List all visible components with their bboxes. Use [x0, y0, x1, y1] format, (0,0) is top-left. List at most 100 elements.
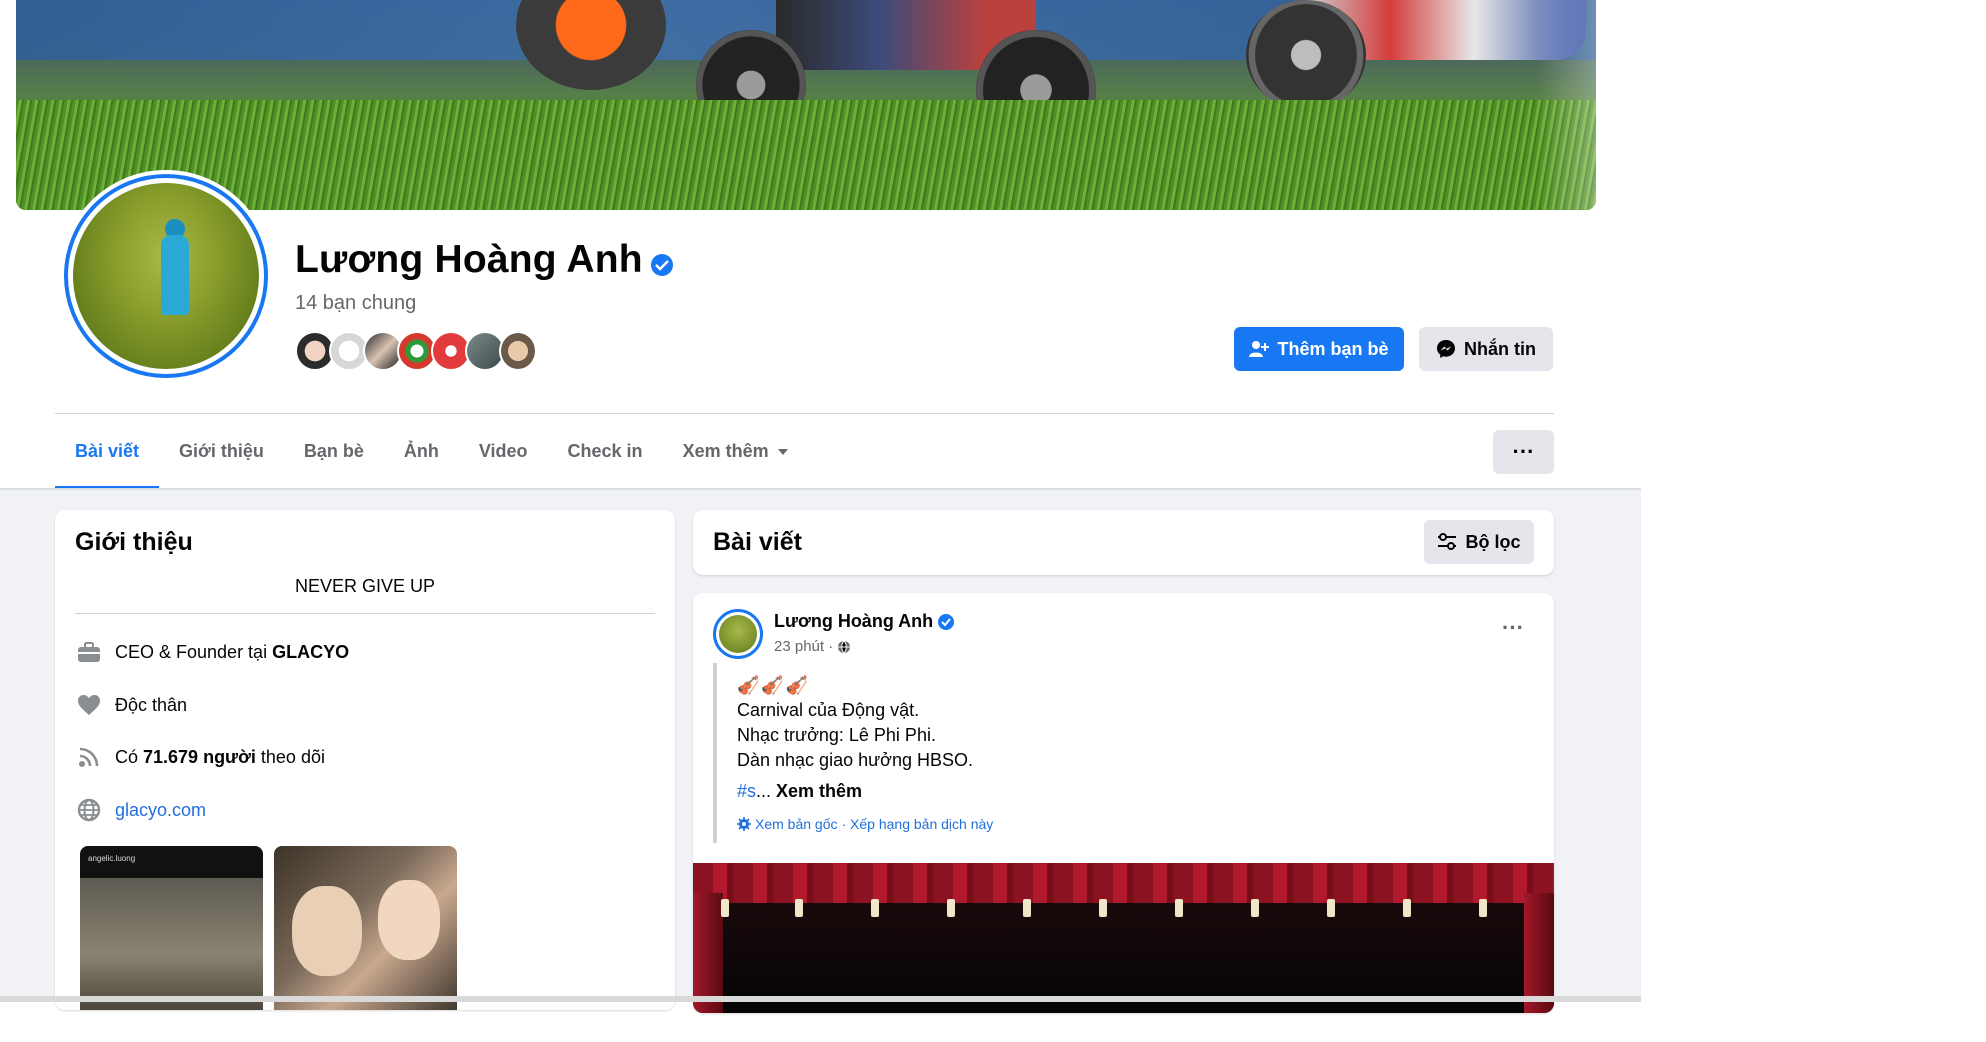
post-photo[interactable] — [693, 863, 1554, 1013]
mutual-friends-avatars — [295, 331, 537, 371]
avatar-person — [161, 235, 189, 315]
viewport: Lương Hoàng Anh 14 bạn chung Thêm bạn bè… — [0, 0, 1641, 1042]
tab-videos[interactable]: Video — [459, 414, 548, 489]
work-company-link[interactable]: GLACYO — [272, 642, 349, 663]
cover-fade — [1536, 0, 1596, 210]
message-button[interactable]: Nhắn tin — [1419, 327, 1553, 371]
photo-tassel — [1023, 899, 1031, 917]
tab-posts[interactable]: Bài viết — [55, 414, 160, 489]
globe-icon — [75, 796, 103, 824]
photo-face — [292, 886, 362, 976]
post-meta: 23 phút · — [774, 638, 851, 655]
intro-card: Giới thiệu NEVER GIVE UP CEO & Founder t… — [55, 510, 675, 1010]
post-author-name[interactable]: Lương Hoàng Anh — [774, 611, 933, 632]
intro-bio: NEVER GIVE UP — [294, 576, 436, 596]
heart-icon — [75, 691, 103, 719]
tab-about[interactable]: Giới thiệu — [159, 414, 284, 489]
followers-count-link[interactable]: 71.679 người — [143, 747, 256, 768]
filter-label: Bộ lọc — [1465, 531, 1521, 552]
caret-down-icon — [777, 448, 788, 455]
tab-label: Check in — [567, 441, 643, 461]
featured-photo[interactable]: angelic.luong — [80, 846, 263, 1010]
rate-translation-link[interactable]: · Xếp hạng bản dịch này — [842, 816, 994, 832]
tabs-bottom-border — [0, 488, 1641, 490]
posts-header-card: Bài viết Bộ lọc — [693, 510, 1554, 575]
post-author-avatar[interactable] — [713, 609, 763, 659]
followers-prefix: Có — [115, 746, 144, 767]
photo-tassel — [1479, 899, 1487, 917]
profile-avatar[interactable] — [60, 170, 272, 382]
featured-photo-caption: angelic.luong — [88, 854, 136, 863]
post-quote-bar — [713, 663, 717, 843]
avatar-image — [73, 183, 259, 369]
intro-title: Giới thiệu — [75, 528, 193, 556]
story-ring — [64, 174, 268, 378]
photo-tassel — [1099, 899, 1107, 917]
tab-see-more[interactable]: Xem thêm — [663, 414, 809, 489]
post-card: Lương Hoàng Anh 23 phút · ··· 🎻🎻🎻 Carniv… — [693, 593, 1554, 1013]
globe-icon — [838, 640, 851, 653]
profile-name: Lương Hoàng Anh — [295, 238, 643, 281]
add-friend-button[interactable]: Thêm bạn bè — [1234, 327, 1404, 371]
post-timestamp[interactable]: 23 phút · — [774, 638, 833, 655]
see-more-link[interactable]: Xem thêm — [776, 781, 862, 801]
filter-sliders-icon — [1438, 533, 1457, 550]
photo-tassel — [721, 899, 729, 917]
add-friend-label: Thêm bạn bè — [1277, 338, 1389, 359]
posts-title: Bài viết — [713, 528, 802, 556]
post-line: Dàn nhạc giao hưởng HBSO. — [737, 750, 973, 770]
intro-divider — [75, 613, 655, 614]
photo-curtain-side — [1524, 893, 1554, 1013]
tab-friends[interactable]: Bạn bè — [284, 414, 384, 489]
website-link[interactable]: glacyo.com — [115, 800, 206, 821]
photo-tassel — [1175, 899, 1183, 917]
photo-face — [378, 880, 440, 960]
tab-label: Ảnh — [403, 441, 439, 461]
mutual-friend-avatar[interactable] — [499, 331, 537, 371]
work-prefix: CEO & Founder tại — [115, 641, 273, 662]
status-bar — [0, 996, 1641, 1002]
tab-label: Video — [478, 441, 528, 461]
featured-photo[interactable] — [274, 846, 457, 1010]
post-hashtag[interactable]: #s — [737, 781, 756, 801]
tab-label: Bài viết — [75, 441, 140, 461]
gear-icon — [737, 817, 751, 831]
cover-wheel — [1246, 0, 1366, 110]
intro-work: CEO & Founder tại GLACYO — [75, 637, 349, 667]
intro-relationship: Độc thân — [75, 690, 187, 720]
photo-curtain-side — [693, 893, 723, 1013]
cover-grass — [16, 100, 1596, 210]
followers-suffix: theo dõi — [255, 746, 325, 767]
intro-followers: Có 71.679 người theo dõi — [75, 742, 325, 772]
photo-curtain — [693, 863, 1554, 903]
post-line: Nhạc trưởng: Lê Phi Phi. — [737, 725, 936, 745]
messenger-icon — [1437, 340, 1455, 358]
tab-label: Giới thiệu — [179, 441, 264, 461]
briefcase-icon — [75, 638, 103, 666]
tab-photos[interactable]: Ảnh — [384, 414, 459, 489]
relationship-status: Độc thân — [115, 694, 188, 715]
filter-button[interactable]: Bộ lọc — [1424, 520, 1534, 564]
profile-more-button[interactable]: ··· — [1493, 430, 1554, 474]
photo-tassel — [1251, 899, 1259, 917]
message-label: Nhắn tin — [1464, 338, 1536, 359]
post-see-more-row: #s... Xem thêm — [737, 781, 862, 802]
mutual-friends-link[interactable]: 14 bạn chung — [295, 292, 416, 315]
photo-tassel — [1327, 899, 1335, 917]
post-body: 🎻🎻🎻 Carnival của Động vật. Nhạc trưởng: … — [737, 673, 973, 773]
verified-badge-icon — [938, 614, 954, 630]
photo-tassel — [871, 899, 879, 917]
add-friend-icon — [1249, 341, 1270, 357]
violin-emoji: 🎻🎻🎻 — [737, 675, 811, 695]
intro-website: glacyo.com — [75, 795, 206, 825]
see-original-link[interactable]: Xem bản gốc — [755, 816, 838, 832]
cover-photo[interactable] — [16, 0, 1596, 210]
tab-label: Xem thêm — [682, 441, 769, 461]
tab-label: Bạn bè — [303, 441, 364, 461]
photo-tassel — [795, 899, 803, 917]
tab-check-in[interactable]: Check in — [548, 414, 663, 489]
profile-tabs: Bài viết Giới thiệu Bạn bè Ảnh Video Che… — [55, 414, 809, 489]
post-line: Carnival của Động vật. — [737, 700, 920, 720]
post-options-button[interactable]: ··· — [1502, 615, 1524, 641]
cover-tractor-wheel — [516, 0, 666, 90]
